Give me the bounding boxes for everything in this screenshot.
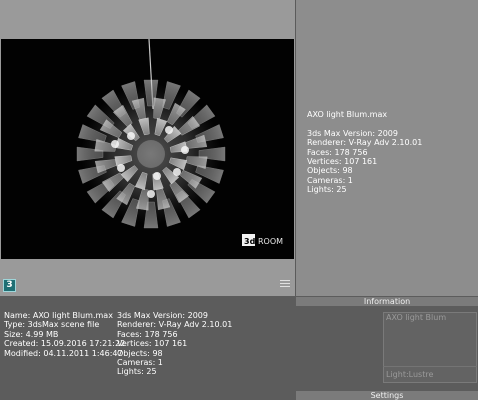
detail-size: Size: 4.99 MB bbox=[4, 329, 59, 339]
detail-objects: Objects: 98 bbox=[117, 348, 163, 358]
summary-faces: Faces: 178 756 bbox=[307, 147, 368, 157]
detail-name: Name: AXO light Blum.max bbox=[4, 311, 113, 320]
detail-renderer: Renderer: V-Ray Adv 2.10.01 bbox=[117, 320, 233, 330]
detail-cameras: Cameras: 1 bbox=[117, 358, 163, 368]
chandelier-render: 3d ROOM bbox=[76, 39, 283, 246]
detail-type: Type: 3dsMax scene file bbox=[4, 320, 100, 330]
summary-cameras: Cameras: 1 bbox=[307, 175, 353, 185]
summary-max-version: 3ds Max Version: 2009 bbox=[307, 128, 398, 138]
summary-filename: AXO light Blum.max bbox=[307, 110, 388, 119]
detail-max-version: 3ds Max Version: 2009 bbox=[117, 311, 208, 320]
scene-type-badge[interactable]: 3 bbox=[3, 279, 16, 292]
information-light-value: Light:Lustre bbox=[386, 370, 434, 379]
list-view-icon[interactable] bbox=[280, 280, 290, 289]
information-divider bbox=[383, 366, 477, 367]
file-details: Name: AXO light Blum.max Type: 3dsMax sc… bbox=[4, 311, 125, 358]
detail-created: Created: 15.09.2016 17:21:22 bbox=[4, 339, 126, 349]
summary-vertices: Vertices: 107 161 bbox=[307, 157, 378, 167]
summary-objects: Objects: 98 bbox=[307, 166, 353, 176]
information-header[interactable]: Information bbox=[296, 297, 478, 306]
scene-details: 3ds Max Version: 2009 Renderer: V-Ray Ad… bbox=[117, 311, 232, 377]
detail-vertices: Vertices: 107 161 bbox=[117, 339, 188, 349]
information-name-value: AXO light Blum bbox=[386, 313, 447, 322]
detail-faces: Faces: 178 756 bbox=[117, 329, 178, 339]
settings-header[interactable]: Settings bbox=[296, 391, 478, 400]
svg-text:ROOM: ROOM bbox=[258, 237, 283, 246]
detail-lights: Lights: 25 bbox=[117, 367, 157, 377]
file-summary: AXO light Blum.max 3ds Max Version: 2009… bbox=[307, 110, 422, 195]
detail-modified: Modified: 04.11.2011 1:46:47 bbox=[4, 348, 123, 358]
svg-text:3d: 3d bbox=[244, 237, 256, 246]
scene-thumbnail[interactable]: 3d ROOM bbox=[1, 39, 294, 259]
summary-lights: Lights: 25 bbox=[307, 185, 347, 195]
summary-renderer: Renderer: V-Ray Adv 2.10.01 bbox=[307, 138, 423, 148]
